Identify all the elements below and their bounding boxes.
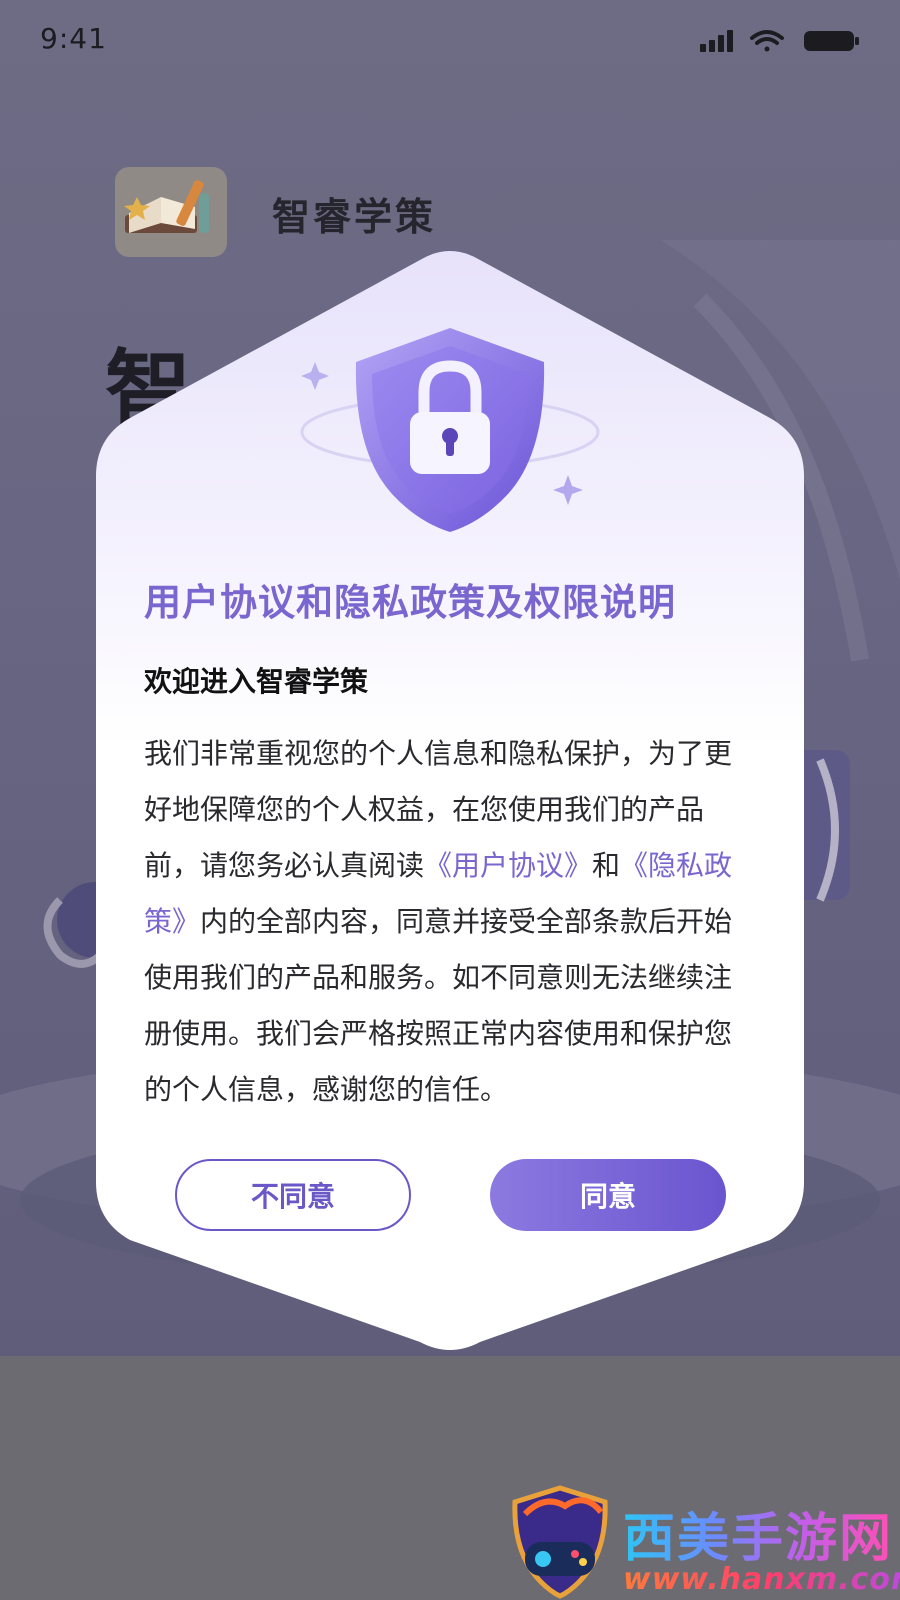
dialog-title: 用户协议和隐私政策及权限说明 — [144, 581, 676, 624]
site-watermark: 西美手游网 www.hanxm.com — [505, 1484, 900, 1600]
watermark-url: www.hanxm.com — [623, 1562, 900, 1597]
disagree-button[interactable]: 不同意 — [175, 1159, 411, 1231]
body-and: 和 — [592, 849, 621, 882]
screen: 9:41 智睿学策 智 用户协议和隐私政策及权限说明 欢迎进入智睿学策 我们非常… — [0, 0, 900, 1600]
dialog-body: 我们非常重视您的个人信息和隐私保护，为了更好地保障您的个人权益，在您使用我们的产… — [144, 726, 756, 1118]
user-agreement-link[interactable]: 《用户协议》 — [424, 849, 592, 882]
watermark-title: 西美手游网 — [623, 1496, 893, 1571]
privacy-consent-dialog: 用户协议和隐私政策及权限说明 欢迎进入智睿学策 我们非常重视您的个人信息和隐私保… — [0, 0, 900, 1380]
dialog-subtitle: 欢迎进入智睿学策 — [144, 665, 369, 698]
agree-button[interactable]: 同意 — [490, 1159, 726, 1231]
dialog-panel — [96, 251, 804, 1350]
gamepad-shield-logo — [512, 1485, 608, 1599]
body-rest: 内的全部内容，同意并接受全部条款后开始使用我们的产品和服务。如不同意则无法继续注… — [144, 905, 733, 1106]
